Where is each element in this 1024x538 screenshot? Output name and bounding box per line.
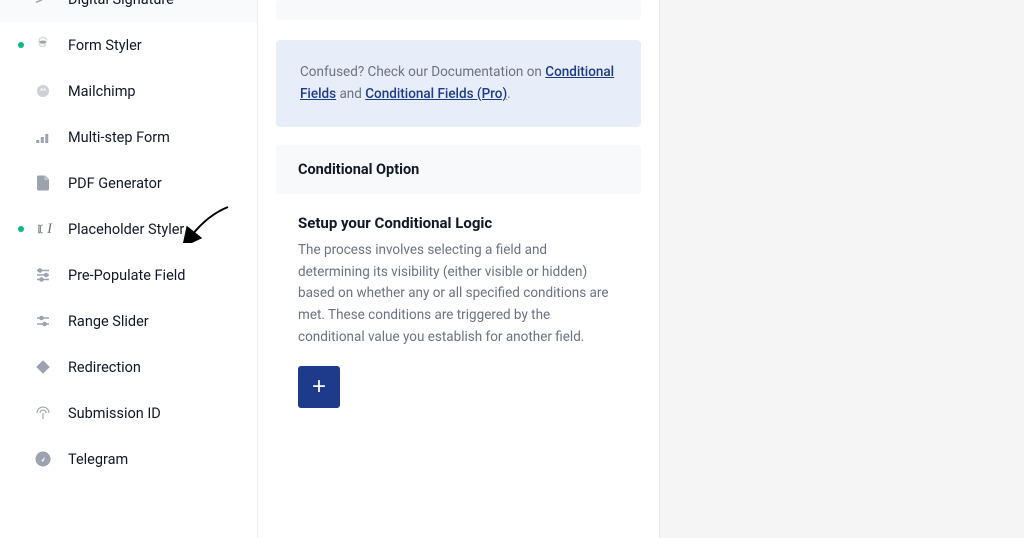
sidebar-item-digital-signature[interactable]: Digital Signature bbox=[0, 0, 257, 22]
steps-icon bbox=[34, 128, 52, 146]
sidebar-item-label: Pre-Populate Field bbox=[68, 267, 185, 284]
notice-prefix: Confused? Check our Documentation on bbox=[300, 64, 545, 80]
active-dot-icon bbox=[18, 226, 24, 232]
collapsed-panel bbox=[276, 0, 641, 20]
section-title: Setup your Conditional Logic bbox=[298, 214, 619, 232]
right-gutter bbox=[659, 0, 1024, 538]
notice-suffix: . bbox=[507, 86, 511, 102]
documentation-notice: Confused? Check our Documentation on Con… bbox=[276, 40, 641, 127]
sidebar-item-label: Range Slider bbox=[68, 313, 149, 330]
pdf-icon bbox=[34, 174, 52, 192]
conditional-option-section: Conditional Option Setup your Conditiona… bbox=[276, 145, 641, 428]
active-dot-icon bbox=[18, 42, 24, 48]
sidebar-item-label: Mailchimp bbox=[68, 83, 136, 100]
sidebar-item-pre-populate-field[interactable]: Pre-Populate Field bbox=[0, 252, 257, 298]
sidebar-item-label: Submission ID bbox=[68, 405, 161, 422]
diamond-icon bbox=[34, 358, 52, 376]
mailchimp-icon bbox=[34, 82, 52, 100]
sidebar-item-mailchimp[interactable]: Mailchimp bbox=[0, 68, 257, 114]
sidebar-item-label: Form Styler bbox=[68, 37, 142, 54]
sidebar: Digital Signature Form Styler Mailchimp … bbox=[0, 0, 258, 538]
form-styler-icon bbox=[34, 36, 52, 54]
plus-icon: + bbox=[312, 373, 326, 401]
section-header: Conditional Option bbox=[276, 145, 641, 194]
adjust-icon bbox=[34, 312, 52, 330]
link-conditional-fields-pro[interactable]: Conditional Fields (Pro) bbox=[365, 86, 507, 102]
main-content: Confused? Check our Documentation on Con… bbox=[258, 0, 659, 538]
sidebar-item-pdf-generator[interactable]: PDF Generator bbox=[0, 160, 257, 206]
sidebar-item-telegram[interactable]: Telegram bbox=[0, 436, 257, 482]
sidebar-item-redirection[interactable]: Redirection bbox=[0, 344, 257, 390]
sidebar-item-multi-step-form[interactable]: Multi-step Form bbox=[0, 114, 257, 160]
sidebar-item-range-slider[interactable]: Range Slider bbox=[0, 298, 257, 344]
fingerprint-icon bbox=[34, 404, 52, 422]
sidebar-item-submission-id[interactable]: Submission ID bbox=[0, 390, 257, 436]
section-description: The process involves selecting a field a… bbox=[298, 240, 619, 348]
add-condition-button[interactable]: + bbox=[298, 366, 340, 408]
sidebar-item-form-styler[interactable]: Form Styler bbox=[0, 22, 257, 68]
sidebar-item-label: PDF Generator bbox=[68, 175, 162, 192]
sidebar-item-label: Redirection bbox=[68, 359, 141, 376]
signature-icon bbox=[34, 0, 52, 8]
sidebar-item-placeholder-styler[interactable]: I Placeholder Styler bbox=[0, 206, 257, 252]
sliders-icon bbox=[34, 266, 52, 284]
sidebar-item-label: Digital Signature bbox=[68, 0, 174, 8]
telegram-icon bbox=[34, 450, 52, 468]
notice-middle: and bbox=[336, 86, 365, 102]
sidebar-item-label: Multi-step Form bbox=[68, 129, 170, 146]
sidebar-item-label: Placeholder Styler bbox=[68, 221, 184, 238]
sidebar-item-label: Telegram bbox=[68, 451, 128, 468]
cursor-icon: I bbox=[34, 220, 52, 238]
